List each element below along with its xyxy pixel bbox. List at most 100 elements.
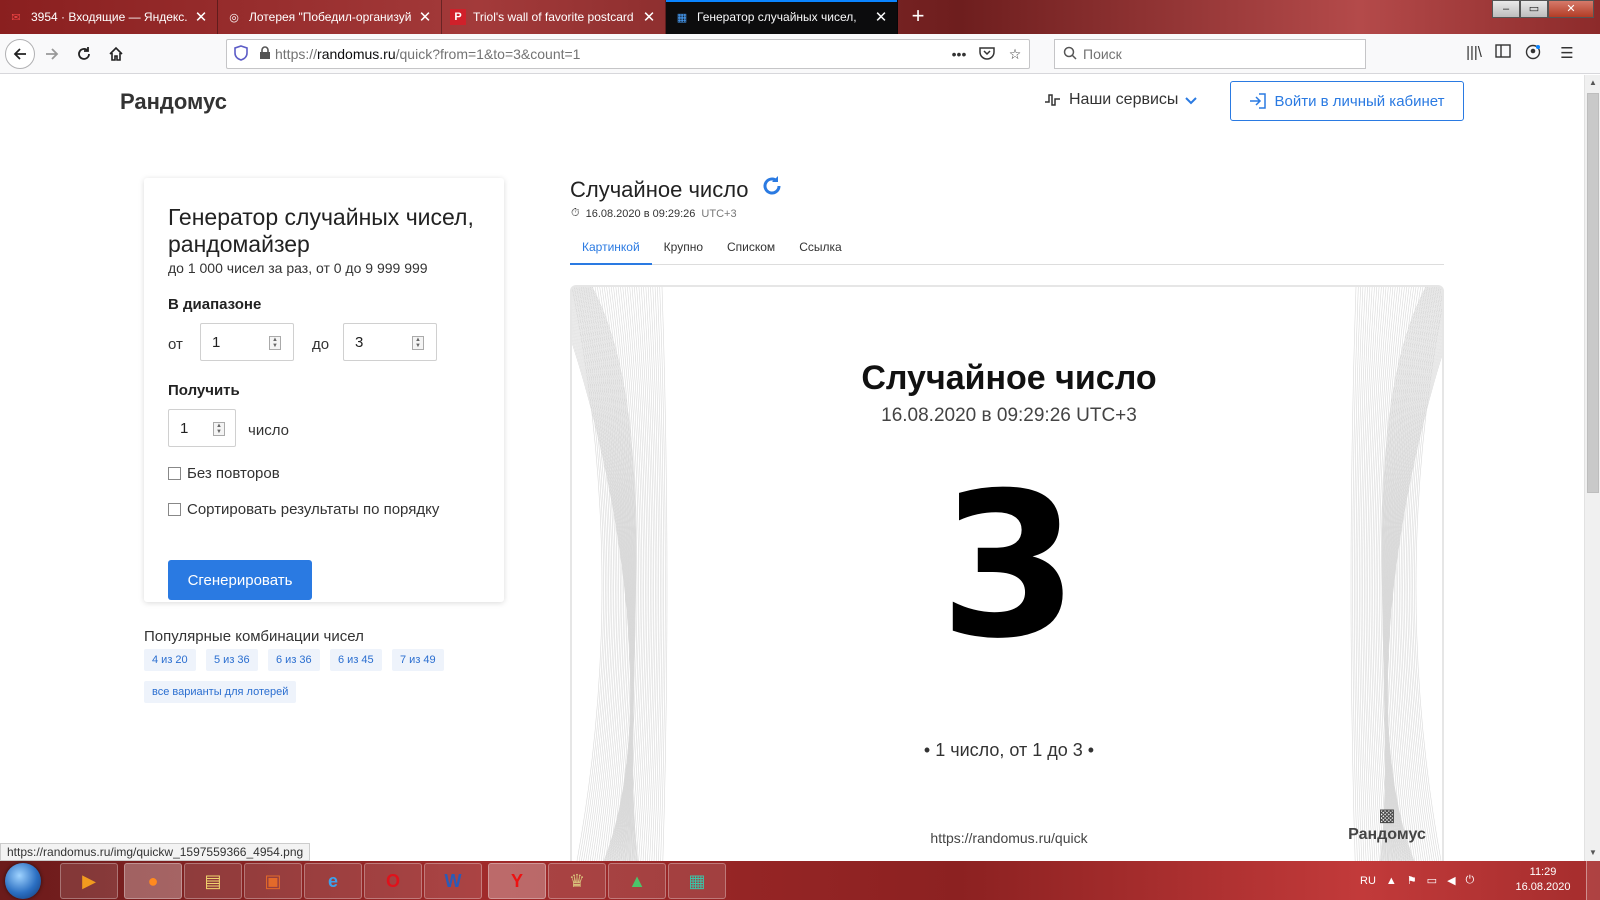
account-icon[interactable] [1522,44,1544,64]
no-repeat-checkbox[interactable]: Без повторов [168,465,280,482]
tray-expand-icon[interactable]: ▲ [1386,875,1397,887]
maximize-button[interactable]: ▭ [1520,0,1548,18]
checkbox-box[interactable] [168,467,181,480]
close-tab-icon[interactable]: ✕ [641,8,657,26]
lock-icon[interactable] [255,45,275,63]
browser-nav-bar: https://randomus.ru/quick?from=1&to=3&co… [0,34,1600,74]
picture-title: Случайное число [861,359,1157,397]
back-button[interactable] [5,39,35,69]
from-input[interactable]: 1 ▲ ▼ [200,323,294,361]
picture-logo: ▩ Рандомус [1342,805,1432,844]
close-tab-icon[interactable]: ✕ [417,8,433,26]
browser-tab-postcards[interactable]: P Triol's wall of favorite postcard ✕ [442,0,666,34]
result-date: 16.08.2020 в 09:29:26 [585,207,696,220]
all-lottery-variants-link[interactable]: все варианты для лотерей [144,681,297,703]
firefox-icon[interactable]: ● [124,863,182,899]
clock[interactable]: 11:29 16.08.2020 [1508,865,1578,895]
from-spinner[interactable]: ▲ ▼ [269,336,281,350]
app-icon[interactable]: ▦ [668,863,726,899]
sidebar-icon[interactable] [1492,44,1514,64]
count-spinner[interactable]: ▲ ▼ [213,422,225,436]
picture-url: https://randomus.ru/quick [930,830,1088,846]
login-button[interactable]: Войти в личный кабинет [1230,81,1464,121]
tracking-shield-icon[interactable] [227,44,255,64]
browser-tab-mail[interactable]: ✉ 3954 · Входящие — Яндекс.По ✕ [0,0,218,34]
folder-icon[interactable]: ▤ [184,863,242,899]
show-desktop-button[interactable] [1586,861,1600,900]
checkbox-box[interactable] [168,503,181,516]
services-dropdown[interactable]: Наши сервисы [1044,91,1198,109]
home-button[interactable] [102,40,130,68]
word-icon[interactable]: W [424,863,482,899]
tab-link[interactable]: Ссылка [787,235,853,265]
result-title: Случайное число [570,176,749,202]
new-tab-button[interactable]: + [904,3,932,29]
volume-icon[interactable]: ◀ [1447,874,1455,887]
picture-logo-text: Рандомус [1348,826,1426,843]
forward-button[interactable] [38,40,66,68]
result-tabs: Картинкой Крупно Списком Ссылка [570,235,1444,265]
network-icon[interactable]: ▭ [1427,874,1437,887]
count-input[interactable]: 1 ▲ ▼ [168,409,236,447]
generate-button[interactable]: Сгенерировать [168,560,312,600]
search-input[interactable]: Поиск [1054,39,1366,69]
no-repeat-label: Без повторов [187,465,280,482]
tab-picture[interactable]: Картинкой [570,235,652,265]
media-player-icon[interactable]: ▶ [60,863,118,899]
browser-tab-randomus[interactable]: ▦ Генератор случайных чисел, ✕ [666,0,898,34]
sort-checkbox[interactable]: Сортировать результаты по порядку [168,501,439,518]
bookmark-star-icon[interactable]: ☆ [1001,46,1029,63]
close-tab-icon[interactable]: ✕ [193,8,209,26]
url-bar[interactable]: https://randomus.ru/quick?from=1&to=3&co… [226,39,1030,69]
count-value: 1 [180,419,189,437]
page-content: Рандомус Наши сервисы Войти в личный каб… [0,75,1584,861]
result-picture: Случайное число 16.08.2020 в 09:29:26 UT… [570,285,1444,861]
clock-date: 16.08.2020 [1515,881,1571,893]
language-indicator[interactable]: RU [1360,875,1376,887]
home-icon [109,46,123,61]
power-icon[interactable]: ⏻ [1466,874,1475,887]
library-icon[interactable]: |||\ [1463,44,1485,64]
scroll-up-arrow[interactable]: ▲ [1585,75,1600,91]
combo-link[interactable]: 6 из 36 [268,649,320,671]
search-placeholder: Поиск [1083,46,1122,62]
powerpoint-icon[interactable]: ▣ [244,863,302,899]
scrollbar-thumb[interactable] [1587,93,1599,493]
vpn-lock-icon[interactable]: ▲ [608,863,666,899]
from-label: от [168,336,183,353]
scroll-down-arrow[interactable]: ▼ [1585,845,1600,861]
to-input[interactable]: 3 ▲ ▼ [343,323,437,361]
close-tab-icon[interactable]: ✕ [873,8,889,26]
tab-list[interactable]: Списком [715,235,787,265]
generator-form-card: Генератор случайных чисел, рандомайзер д… [144,178,504,602]
combo-link[interactable]: 7 из 49 [392,649,444,671]
to-label: до [312,336,330,353]
yandex-browser-icon[interactable]: Y [488,863,546,899]
combo-link[interactable]: 6 из 45 [330,649,382,671]
to-value: 3 [355,333,364,351]
start-button[interactable] [5,863,41,899]
randomus-icon: ▦ [676,11,688,24]
browser-tab-lottery[interactable]: ◎ Лотерея "Победил-организуй ✕ [218,0,442,34]
page-scrollbar[interactable]: ▲ ▼ [1584,75,1600,861]
to-spinner[interactable]: ▲ ▼ [412,336,424,350]
internet-explorer-icon[interactable]: e [304,863,362,899]
site-logo[interactable]: Рандомус [120,89,227,115]
postcrossing-icon: P [450,9,466,25]
menu-icon[interactable]: ☰ [1556,44,1578,64]
combo-link[interactable]: 4 из 20 [144,649,196,671]
globe-icon: ◎ [229,11,239,24]
opera-icon[interactable]: O [364,863,422,899]
result-timestamp: ⏱ 16.08.2020 в 09:29:26 UTC+3 [571,207,737,220]
combo-link[interactable]: 5 из 36 [206,649,258,671]
page-actions-icon[interactable]: ••• [945,46,973,62]
close-window-button[interactable]: ✕ [1548,0,1594,18]
emblem-app-icon[interactable]: ♛ [548,863,606,899]
refresh-icon[interactable] [761,175,783,204]
reload-button[interactable] [70,40,98,68]
from-value: 1 [212,333,221,351]
minimize-button[interactable]: – [1492,0,1520,18]
pocket-icon[interactable] [973,46,1001,63]
tab-large[interactable]: Крупно [652,235,715,265]
flag-icon[interactable]: ⚑ [1407,874,1417,887]
